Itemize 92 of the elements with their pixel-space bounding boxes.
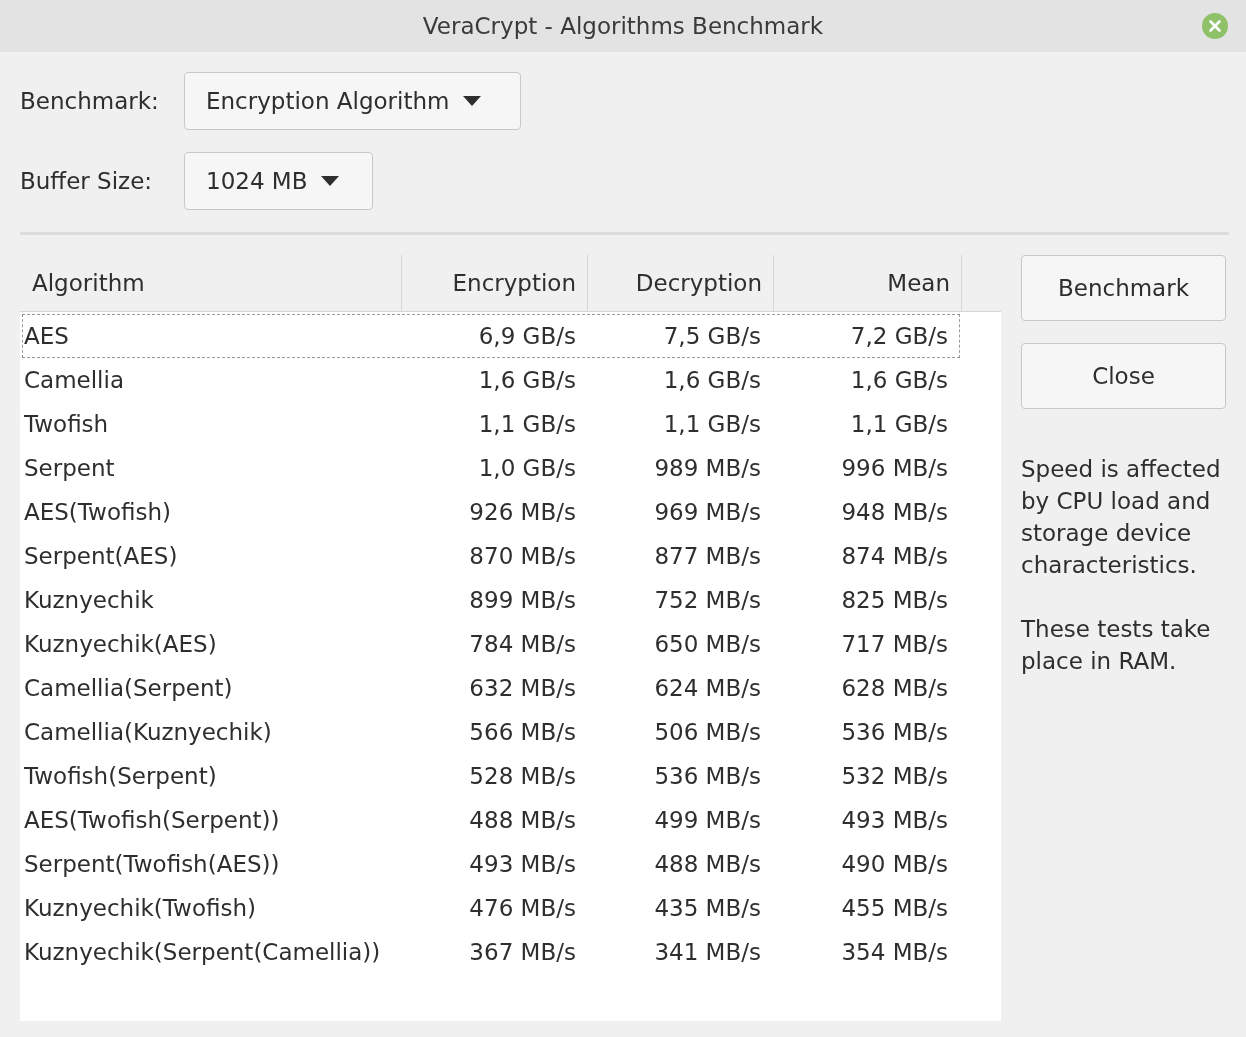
table-cell-text: 455 MB/s	[840, 893, 949, 923]
table-cell-text: 650 MB/s	[653, 629, 762, 659]
table-cell-text: 354 MB/s	[840, 937, 949, 967]
table-cell-text: Camellia(Kuznyechik)	[23, 717, 273, 747]
table-cell-text: 624 MB/s	[653, 673, 762, 703]
table-cell-text: Kuznyechik	[23, 585, 155, 615]
table-cell-text: Twofish(Serpent)	[23, 761, 218, 791]
column-header[interactable]: Decryption	[588, 255, 774, 311]
table-cell-text: Camellia	[23, 365, 125, 395]
table-cell-text: 488 MB/s	[653, 849, 762, 879]
table-cell-text: 566 MB/s	[468, 717, 577, 747]
table-cell-text: 717 MB/s	[840, 629, 949, 659]
table-cell-text: 989 MB/s	[653, 453, 762, 483]
table-cell-text: Camellia(Serpent)	[23, 673, 234, 703]
table-row[interactable]: Serpent 1,0 GB/s 989 MB/s 996 MB/s	[22, 446, 960, 490]
table-row[interactable]: Twofish 1,1 GB/s 1,1 GB/s 1,1 GB/s	[22, 402, 960, 446]
table-cell-text: 435 MB/s	[653, 893, 762, 923]
dropdown[interactable]: Encryption Algorithm	[184, 72, 521, 130]
table-cell-text: 536 MB/s	[840, 717, 949, 747]
table-cell-text: 1,6 GB/s	[662, 365, 762, 395]
table-cell-text: 476 MB/s	[468, 893, 577, 923]
table-cell-text: Kuznyechik(Twofish)	[23, 893, 257, 923]
table-cell-text: 7,2 GB/s	[849, 321, 949, 351]
table-cell-text: 632 MB/s	[468, 673, 577, 703]
table-cell-text: 899 MB/s	[468, 585, 577, 615]
table-row[interactable]: Kuznyechik 899 MB/s 752 MB/s 825 MB/s	[22, 578, 960, 622]
column-header[interactable]: Algorithm	[20, 255, 402, 311]
column-header[interactable]: Mean	[774, 255, 962, 311]
table-cell-text: 1,1 GB/s	[662, 409, 762, 439]
table-cell-text: 7,5 GB/s	[662, 321, 762, 351]
table-cell-text: 493 MB/s	[840, 805, 949, 835]
table-cell-text: 1,1 GB/s	[477, 409, 577, 439]
table-row[interactable]: Kuznyechik(Twofish) 476 MB/s 435 MB/s 455 MB/s	[22, 886, 960, 930]
table-cell-text: 948 MB/s	[840, 497, 949, 527]
table-row[interactable]: AES(Twofish(Serpent)) 488 MB/s 499 MB/s 493 MB/s	[22, 798, 960, 842]
table-cell-text: 870 MB/s	[468, 541, 577, 571]
caret-icon	[463, 96, 482, 106]
table-row[interactable]: Camellia(Serpent) 632 MB/s 624 MB/s 628 MB/s	[22, 666, 960, 710]
table-cell-text: 752 MB/s	[653, 585, 762, 615]
dropdown[interactable]: 1024 MB	[184, 152, 373, 210]
table-cell-text: 1,1 GB/s	[849, 409, 949, 439]
table-cell-text: 926 MB/s	[468, 497, 577, 527]
caret-icon	[321, 176, 340, 186]
table-cell-text: AES	[23, 321, 70, 351]
close-icon	[1202, 13, 1228, 39]
close-button[interactable]	[1202, 13, 1228, 39]
table-row[interactable]: Serpent(AES) 870 MB/s 877 MB/s 874 MB/s	[22, 534, 960, 578]
info-text: These tests take place in RAM.	[1021, 615, 1212, 676]
table-cell-text: 499 MB/s	[653, 805, 762, 835]
benchmark-button[interactable]: Benchmark	[1021, 255, 1226, 321]
table-cell-text: 1,6 GB/s	[849, 365, 949, 395]
table-cell-text: 536 MB/s	[653, 761, 762, 791]
field-label: Benchmark:	[20, 86, 160, 116]
table-row[interactable]: Camellia(Kuznyechik) 566 MB/s 506 MB/s 536 MB/s	[22, 710, 960, 754]
table-cell-text: Kuznyechik(Serpent(Camellia))	[23, 937, 382, 967]
table-cell-text: 1,6 GB/s	[477, 365, 577, 395]
info-text: Speed is affected by CPU load and storage device characteristics.	[1021, 455, 1222, 580]
table-cell-text: 996 MB/s	[840, 453, 949, 483]
table-cell-text: Serpent(AES)	[23, 541, 179, 571]
table-cell-text: 506 MB/s	[653, 717, 762, 747]
table-cell-text: 877 MB/s	[653, 541, 762, 571]
table-cell-text: Kuznyechik(AES)	[23, 629, 218, 659]
table-cell-text: 628 MB/s	[840, 673, 949, 703]
table-cell-text: 784 MB/s	[468, 629, 577, 659]
table-cell-text: Serpent(Twofish(AES))	[23, 849, 281, 879]
table-cell-text: 874 MB/s	[840, 541, 949, 571]
table-cell-text: 367 MB/s	[468, 937, 577, 967]
table-cell-text: 488 MB/s	[468, 805, 577, 835]
table-row[interactable]: Serpent(Twofish(AES)) 493 MB/s 488 MB/s 490 MB/s	[22, 842, 960, 886]
table-cell-text: 969 MB/s	[653, 497, 762, 527]
table-cell-text: 532 MB/s	[840, 761, 949, 791]
table-cell-text: 1,0 GB/s	[477, 453, 577, 483]
table-row[interactable]: Twofish(Serpent) 528 MB/s 536 MB/s 532 MB/s	[22, 754, 960, 798]
table-row[interactable]: AES 6,9 GB/s 7,5 GB/s 7,2 GB/s	[22, 314, 960, 358]
table-cell-text: AES(Twofish(Serpent))	[23, 805, 281, 835]
table-cell-text: AES(Twofish)	[23, 497, 172, 527]
table-cell-text: Serpent	[23, 453, 116, 483]
table-cell-text: 6,9 GB/s	[477, 321, 577, 351]
field-label: Buffer Size:	[20, 166, 154, 196]
table-cell-text: 341 MB/s	[653, 937, 762, 967]
table-cell-text: 490 MB/s	[840, 849, 949, 879]
table-row[interactable]: Kuznyechik(Serpent(Camellia)) 367 MB/s 341 MB/s 354 MB/s	[22, 930, 960, 974]
window-title: VeraCrypt - Algorithms Benchmark	[422, 11, 824, 41]
table-row[interactable]: AES(Twofish) 926 MB/s 969 MB/s 948 MB/s	[22, 490, 960, 534]
column-header[interactable]: Encryption	[402, 255, 588, 311]
table-cell-text: 493 MB/s	[468, 849, 577, 879]
table-cell-text: 528 MB/s	[468, 761, 577, 791]
table-row[interactable]: Kuznyechik(AES) 784 MB/s 650 MB/s 717 MB/s	[22, 622, 960, 666]
table-cell-text: Twofish	[23, 409, 110, 439]
table-cell-text: 825 MB/s	[840, 585, 949, 615]
table-row[interactable]: Camellia 1,6 GB/s 1,6 GB/s 1,6 GB/s	[22, 358, 960, 402]
close-button[interactable]: Close	[1021, 343, 1226, 409]
